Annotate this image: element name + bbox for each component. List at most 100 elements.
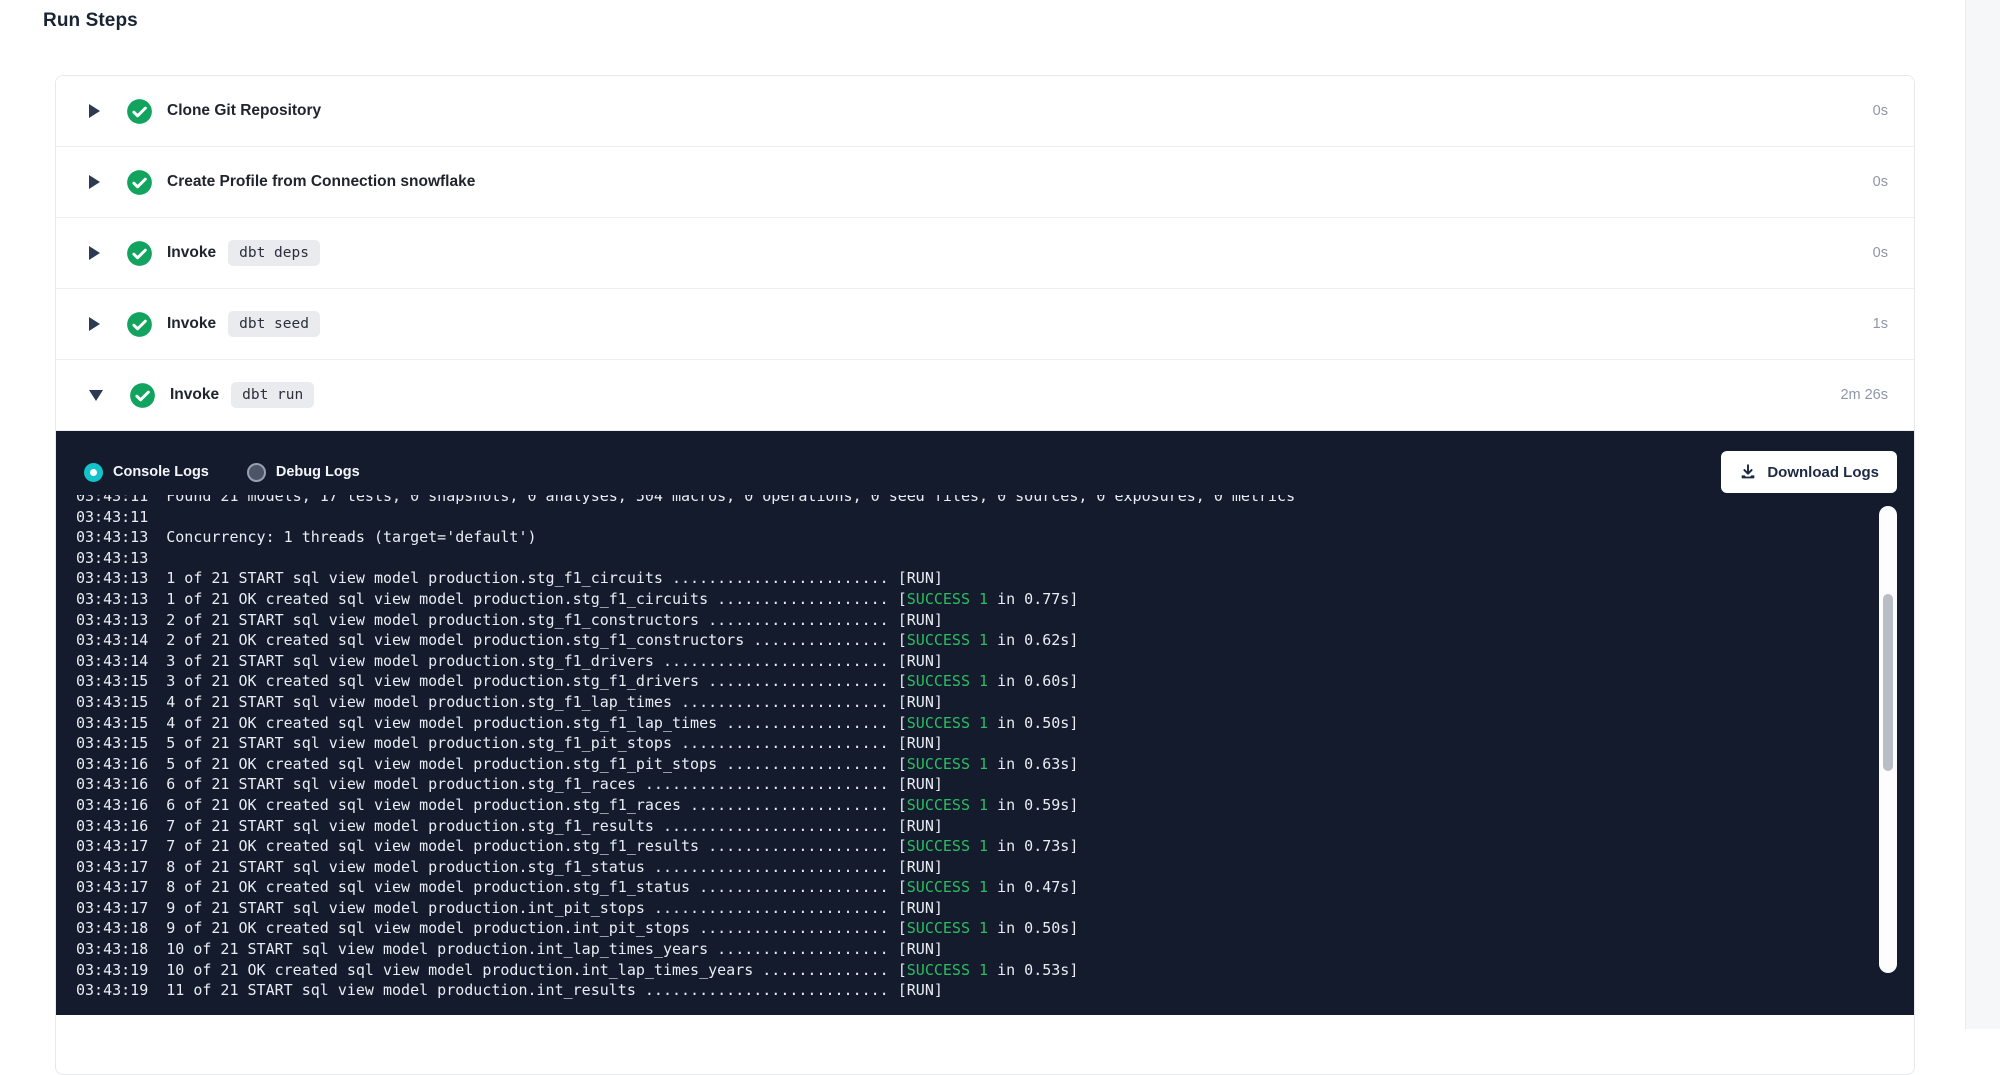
step-duration: 2m 26s [1840,387,1888,403]
success-check-icon [126,311,153,338]
log-timestamp: 03:43:17 [76,837,148,855]
step-duration: 0s [1873,103,1888,119]
log-message: 10 of 21 START sql view model production… [166,940,943,958]
log-message: 5 of 21 START sql view model production.… [166,734,943,752]
log-message: 8 of 21 OK created sql view model produc… [166,878,907,896]
log-message-tail: in 0.77s] [988,590,1078,608]
log-line: 03:43:178 of 21 START sql view model pro… [76,857,1866,878]
log-timestamp: 03:43:15 [76,714,148,732]
download-logs-button[interactable]: Download Logs [1721,451,1897,493]
log-scrollbar-track[interactable] [1879,506,1897,973]
log-message: 6 of 21 START sql view model production.… [166,775,943,793]
radio-debug-logs[interactable]: Debug Logs [247,463,360,482]
step-row-create-profile-snowflake[interactable]: Create Profile from Connection snowflake… [56,147,1914,218]
log-message: 11 of 21 START sql view model production… [166,981,943,999]
log-line: 03:43:11 [76,507,1866,528]
radio-unselected-icon[interactable] [247,463,266,482]
log-message-tail: in 0.63s] [988,755,1078,773]
log-line: 03:43:165 of 21 OK created sql view mode… [76,754,1866,775]
log-message: 4 of 21 START sql view model production.… [166,693,943,711]
log-success-status: SUCCESS 1 [907,714,988,732]
radio-selected-icon[interactable] [84,463,103,482]
step-command-chip: dbt deps [228,240,320,266]
log-message: 4 of 21 OK created sql view model produc… [166,714,907,732]
log-scrollbar-thumb[interactable] [1883,594,1893,771]
log-panel-header: Console Logs Debug Logs Download Logs [56,431,1914,493]
log-message: 2 of 21 OK created sql view model produc… [166,631,907,649]
console-log-output[interactable]: 03:43:11 Found 21 models, 17 tests, 0 sna… [76,495,1866,1015]
download-logs-label: Download Logs [1767,464,1879,481]
log-success-status: SUCCESS 1 [907,796,988,814]
step-row-invoke-dbt-deps[interactable]: Invokedbt deps0s [56,218,1914,289]
step-command-chip: dbt run [231,382,314,408]
log-message: Found 21 models, 17 tests, 0 snapshots, … [166,495,1295,505]
log-success-status: SUCCESS 1 [907,961,988,979]
log-line: 03:43:1910 of 21 OK created sql view mod… [76,960,1866,981]
log-line: 03:43:131 of 21 START sql view model pro… [76,568,1866,589]
log-line: 03:43:16 7 of 21 START sql view model pro… [76,816,1866,837]
chevron-right-icon[interactable] [89,317,100,331]
log-timestamp: 03:43:16 [76,755,148,773]
log-timestamp: 03:43:13 [76,590,148,608]
radio-label-console-logs: Console Logs [113,464,209,480]
log-success-status: SUCCESS 1 [907,672,988,690]
log-timestamp: 03:43:17 [76,899,148,917]
log-line: 03:43:18 10 of 21 START sql view model pr… [76,939,1866,960]
log-timestamp: 03:43:14 [76,631,148,649]
log-timestamp: 03:43:11 [76,495,148,505]
log-timestamp: 03:43:15 [76,693,148,711]
log-message-tail: in 0.50s] [988,714,1078,732]
step-row-clone-git-repository[interactable]: Clone Git Repository0s [56,76,1914,147]
log-timestamp: 03:43:13 [76,528,148,546]
log-line: 03:43:166 of 21 OK created sql view mode… [76,795,1866,816]
log-timestamp: 03:43:14 [76,652,148,670]
log-message-tail: in 0.59s] [988,796,1078,814]
log-line: 03:43:14 2 of 21 OK created sql view mode… [76,630,1866,651]
radio-label-debug-logs: Debug Logs [276,464,360,480]
log-panel: Console Logs Debug Logs Download Logs 03:… [56,431,1914,1015]
log-message: 1 of 21 START sql view model production.… [166,569,943,587]
chevron-right-icon[interactable] [89,246,100,260]
step-list: Clone Git Repository0sCreate Profile fro… [56,76,1914,431]
success-check-icon [126,169,153,196]
success-check-icon [129,382,156,409]
log-message-tail: in 0.47s] [988,878,1078,896]
log-success-status: SUCCESS 1 [907,631,988,649]
radio-console-logs[interactable]: Console Logs [84,463,209,482]
chevron-right-icon[interactable] [89,104,100,118]
log-success-status: SUCCESS 1 [907,755,988,773]
log-timestamp: 03:43:16 [76,775,148,793]
step-row-invoke-dbt-run[interactable]: Invokedbt run2m 26s [56,360,1914,431]
radio-dot [90,469,97,476]
log-timestamp: 03:43:15 [76,672,148,690]
log-line: 03:43:132 of 21 START sql view model pro… [76,610,1866,631]
log-message-tail: in 0.62s] [988,631,1078,649]
chevron-down-icon[interactable] [89,390,103,401]
log-timestamp: 03:43:18 [76,940,148,958]
log-line: 03:43:155 of 21 START sql view model pro… [76,733,1866,754]
step-command-chip: dbt seed [228,311,320,337]
log-line: 03:43:177 of 21 OK created sql view mode… [76,836,1866,857]
log-line: 03:43:179 of 21 START sql view model pro… [76,898,1866,919]
log-success-status: SUCCESS 1 [907,837,988,855]
log-message: 2 of 21 START sql view model production.… [166,611,943,629]
log-type-radio-group: Console Logs Debug Logs [84,463,360,482]
log-line: 03:43:13Concurrency: 1 threads (target='… [76,527,1866,548]
log-message: 7 of 21 START sql view model production.… [166,817,943,835]
log-timestamp: 03:43:13 [76,549,148,567]
log-line: 03:43:15 4 of 21 OK created sql view mode… [76,713,1866,734]
log-message: 9 of 21 OK created sql view model produc… [166,919,907,937]
success-check-icon [126,98,153,125]
log-message: 3 of 21 OK created sql view model produc… [166,672,907,690]
log-timestamp: 03:43:11 [76,508,148,526]
step-row-invoke-dbt-seed[interactable]: Invokedbt seed1s [56,289,1914,360]
step-title: Create Profile from Connection snowflake [167,173,475,191]
log-message-tail: in 0.50s] [988,919,1078,937]
log-timestamp: 03:43:16 [76,817,148,835]
log-success-status: SUCCESS 1 [907,590,988,608]
step-title: Invoke [167,315,216,333]
log-timestamp: 03:43:19 [76,961,148,979]
chevron-right-icon[interactable] [89,175,100,189]
success-check-icon [126,240,153,267]
run-steps-card: Clone Git Repository0sCreate Profile fro… [55,75,1915,1075]
